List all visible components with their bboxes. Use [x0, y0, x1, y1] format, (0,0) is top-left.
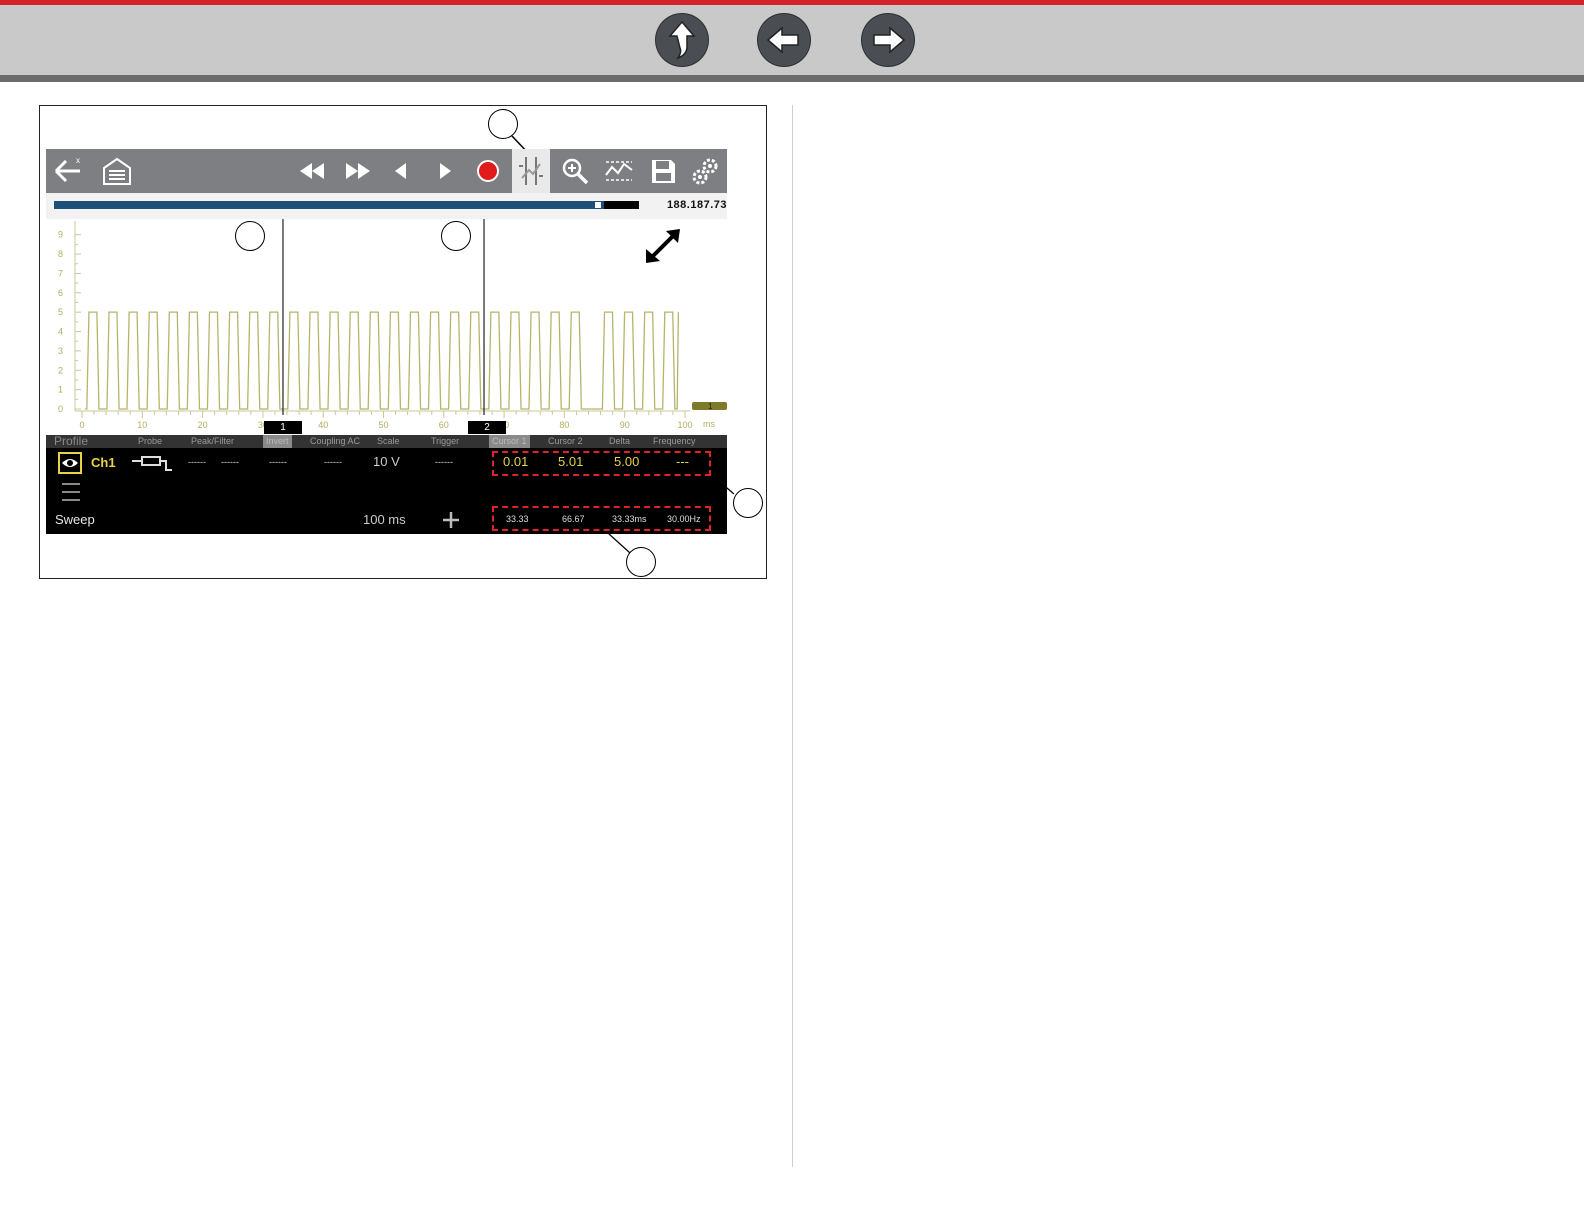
step-back-icon — [395, 163, 406, 179]
sweep-cursor2-value: 66.67 — [562, 514, 585, 524]
cursor1-marker[interactable]: 1 — [264, 421, 302, 434]
invert-value[interactable]: ------ — [269, 457, 287, 467]
coupling-value[interactable]: ------ — [324, 457, 342, 467]
y-tick-label: 4 — [58, 327, 63, 337]
probe-icon[interactable] — [130, 452, 174, 474]
back-icon: x — [54, 156, 80, 183]
step-forward-icon — [440, 163, 451, 179]
peak-filter-header: Peak/Filter — [191, 436, 235, 446]
x-tick-label: 90 — [620, 420, 630, 430]
invert-header: Invert — [263, 435, 292, 448]
callout-circle — [235, 221, 265, 251]
channel-panel: Ch1 ------ ------ ------ ------ 10 V ---… — [46, 448, 727, 534]
record-button[interactable] — [469, 149, 507, 193]
sweep-frequency-value: 30.00Hz — [667, 514, 701, 524]
y-tick-label: 5 — [58, 307, 63, 317]
save-icon — [652, 160, 675, 183]
x-tick-label: 40 — [318, 420, 328, 430]
back-tool-button[interactable]: x — [48, 149, 86, 193]
waveform-plot: 01234567890102030405060708090100ms1 — [46, 219, 727, 435]
coupling-header: Coupling AC — [310, 436, 361, 446]
sweep-value[interactable]: 100 ms — [363, 512, 406, 527]
fast-forward-icon — [346, 163, 370, 179]
callout-circle — [488, 109, 518, 139]
scale-header: Scale — [377, 436, 400, 446]
x-tick-label: 0 — [79, 420, 84, 430]
x-tick-label: 20 — [198, 420, 208, 430]
frequency-value: --- — [676, 454, 689, 469]
waveform-button[interactable] — [600, 149, 638, 193]
record-icon — [477, 160, 499, 182]
cursor2-marker[interactable]: 2 — [468, 421, 506, 434]
y-tick-label: 7 — [58, 268, 63, 278]
x-tick-label: 100 — [677, 420, 692, 430]
callout-circle — [733, 488, 763, 518]
waveform-icon — [605, 161, 633, 181]
cursors-icon — [519, 157, 543, 185]
trigger-header: Trigger — [431, 436, 460, 446]
y-tick-label: 3 — [58, 346, 63, 356]
settings-button[interactable] — [687, 149, 725, 193]
y-tick-label: 8 — [58, 249, 63, 259]
delta-value: 5.00 — [614, 454, 640, 469]
add-icon[interactable] — [442, 511, 460, 529]
save-button[interactable] — [644, 149, 682, 193]
progress-bar[interactable] — [54, 201, 639, 209]
y-tick-label: 0 — [58, 404, 63, 414]
channel-name[interactable]: Ch1 — [91, 455, 116, 470]
rewind-button[interactable] — [294, 149, 332, 193]
x-tick-label: 50 — [378, 420, 388, 430]
cursors-button[interactable] — [512, 149, 550, 193]
x-tick-label: 60 — [439, 420, 449, 430]
rewind-icon — [300, 163, 324, 179]
cursor2-value: 5.01 — [558, 454, 584, 469]
sweep-label: Sweep — [55, 512, 95, 527]
scope-toolbar: x — [46, 149, 727, 193]
expand-icon[interactable] — [644, 227, 684, 265]
progress-fill — [54, 201, 604, 209]
record-progress: 188.187.73 — [46, 193, 727, 219]
scale-value[interactable]: 10 V — [373, 454, 400, 469]
probe-header: Probe — [138, 436, 163, 446]
peak-value: ------ — [188, 457, 206, 467]
waveform-trace — [85, 311, 680, 410]
eye-icon[interactable] — [58, 452, 82, 474]
fast-forward-button[interactable] — [338, 149, 376, 193]
zoom-button[interactable] — [556, 149, 594, 193]
progress-value: 188.187.73 — [666, 199, 727, 211]
x-unit-label: ms — [703, 419, 715, 429]
sweep-cursor1-value: 33.33 — [506, 514, 529, 524]
column-header-bar: Profile Probe Peak/Filter Invert Couplin… — [46, 435, 727, 448]
callout-circle — [441, 221, 471, 251]
filter-value: ------ — [221, 457, 239, 467]
x-tick-label: 80 — [559, 420, 569, 430]
cursor1-value: 0.01 — [503, 454, 529, 469]
delta-header: Delta — [609, 436, 631, 446]
progress-knob[interactable] — [594, 202, 601, 208]
y-tick-label: 1 — [58, 385, 63, 395]
home-garage-icon — [103, 157, 131, 185]
y-tick-label: 6 — [58, 288, 63, 298]
y-tick-label: 9 — [58, 230, 63, 240]
profile-header[interactable]: Profile — [54, 435, 88, 448]
trigger-value[interactable]: ------ — [435, 457, 453, 467]
frequency-header: Frequency — [653, 436, 696, 446]
zoom-icon — [562, 158, 589, 185]
plot-canvas: 01234567890102030405060708090100ms1 — [58, 219, 727, 430]
scope-screen: x 188.187.73 0 1 2 3 4 5 6 7 8 9 0 10 20… — [46, 149, 727, 534]
cursor2-header: Cursor 2 — [548, 436, 583, 446]
callout-circle — [626, 547, 656, 577]
x-tick-label: 10 — [137, 420, 147, 430]
sweep-delta-value: 33.33ms — [612, 514, 647, 524]
home-tool-button[interactable] — [98, 149, 136, 193]
step-back-button[interactable] — [382, 149, 420, 193]
step-forward-button[interactable] — [426, 149, 464, 193]
y-tick-label: 2 — [58, 365, 63, 375]
svg-text:x: x — [76, 156, 80, 165]
channel-marker-label: 1 — [708, 402, 713, 411]
channel-menu-icon[interactable] — [60, 482, 82, 502]
cursor1-header: Cursor 1 — [489, 435, 530, 448]
settings-icon — [692, 158, 718, 185]
